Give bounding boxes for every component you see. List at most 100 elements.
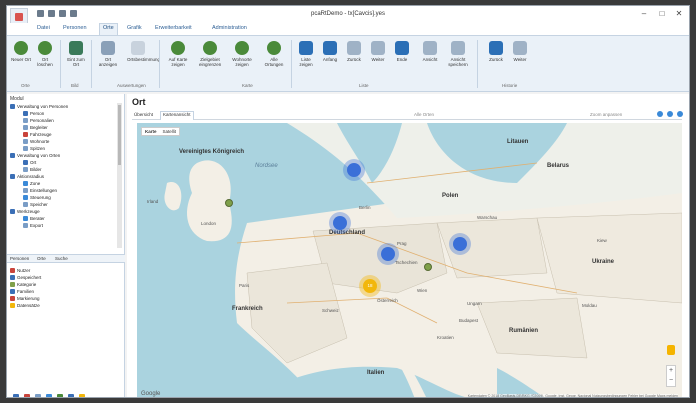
ribbon-separator: [60, 40, 61, 88]
tree-item[interactable]: Speicher: [10, 201, 120, 208]
maximize-button[interactable]: □: [655, 9, 669, 18]
people-icon[interactable]: [68, 394, 74, 397]
show-residences-button[interactable]: Wohnorte zeigen: [231, 41, 253, 67]
map-label-polen: Polen: [442, 193, 459, 199]
all-locations-button[interactable]: Alle Ortungen: [263, 41, 285, 67]
tree-item[interactable]: Einstellungen: [10, 187, 120, 194]
tree-item[interactable]: Familien: [10, 288, 120, 295]
tree-item[interactable]: Verwaltung von Personen: [10, 103, 120, 110]
tree-node-icon: [23, 139, 28, 145]
star-icon[interactable]: [79, 394, 85, 397]
new-place-button[interactable]: Neuer Ort: [10, 41, 32, 62]
tab-erweiterbarkeit[interactable]: Erweiterbarkeit: [155, 25, 192, 31]
tree-item[interactable]: Gespeichert: [10, 274, 120, 281]
last-button[interactable]: Ende: [391, 41, 413, 62]
map-type-karte[interactable]: Karte: [142, 128, 160, 135]
tab-personen-sidebar[interactable]: Personen: [10, 256, 29, 261]
tree-item[interactable]: Begleiter: [10, 124, 120, 131]
map-label-ungarn: Ungarn: [467, 301, 482, 306]
tree-item[interactable]: Bilder: [10, 166, 120, 173]
tree-item[interactable]: Verwaltung von Orten: [10, 152, 120, 159]
close-button[interactable]: ✕: [672, 9, 686, 18]
tree-item[interactable]: Aktionsradius: [10, 173, 120, 180]
tree-item[interactable]: Werkzeuge: [10, 208, 120, 215]
target-area-button[interactable]: Zielgebiet eingrenzen: [199, 41, 221, 67]
marker-cluster[interactable]: [453, 237, 467, 251]
main-panel: Ort Übersicht Kartenansicht Alle Orten Z…: [127, 94, 689, 397]
minimize-button[interactable]: –: [637, 9, 651, 18]
tree-item[interactable]: Steuerung: [10, 194, 120, 201]
tree-item[interactable]: Spitzen: [10, 145, 120, 152]
globe-icon[interactable]: [57, 394, 63, 397]
map-type-satellit[interactable]: Satellit: [160, 128, 180, 135]
person-red-icon[interactable]: [24, 394, 30, 397]
place-marker[interactable]: [424, 263, 432, 271]
marker-cluster[interactable]: [381, 247, 395, 261]
map-label-wien: Wien: [417, 288, 428, 293]
tree-item[interactable]: Zone: [10, 180, 120, 187]
person-icon[interactable]: [13, 394, 19, 397]
monitor-icon[interactable]: [46, 394, 52, 397]
save-view-button[interactable]: Ansicht speichern: [447, 41, 469, 67]
tree-item[interactable]: Personalien: [10, 117, 120, 124]
tab-grafik[interactable]: Grafik: [127, 25, 142, 31]
tree-node-icon: [10, 268, 15, 274]
main-toolbar-icons: [657, 111, 683, 117]
street-view-pegman-icon[interactable]: [667, 345, 675, 355]
zoom-in-button[interactable]: +: [667, 366, 675, 376]
tab-orte-sidebar[interactable]: Orte: [37, 256, 46, 261]
map-label-warschau: Warschau: [477, 215, 498, 220]
tab-suche-sidebar[interactable]: Suche: [55, 256, 68, 261]
marker-cluster[interactable]: 18: [363, 279, 377, 293]
show-on-map-button[interactable]: Auf Karte zeigen: [167, 41, 189, 67]
last-icon: [395, 41, 409, 55]
filter-icon[interactable]: [677, 111, 683, 117]
back-button[interactable]: Zurück: [343, 41, 365, 62]
tab-kartenansicht[interactable]: Kartenansicht: [160, 111, 194, 120]
tree-item[interactable]: Wohnorte: [10, 138, 120, 145]
scrollbar-thumb[interactable]: [118, 105, 121, 165]
history-forward-button[interactable]: Weiter: [509, 41, 531, 62]
tree-item[interactable]: Markierung: [10, 295, 120, 302]
marker-cluster[interactable]: [347, 163, 361, 177]
page-title: Ort: [132, 97, 146, 107]
delete-place-button[interactable]: Ort löschen: [34, 41, 56, 67]
tree-item[interactable]: Datensätze: [10, 302, 120, 309]
ribbon-group-karte: Karte: [242, 83, 253, 88]
next-button[interactable]: Weiter: [367, 41, 389, 62]
zoom-out-button[interactable]: −: [667, 376, 675, 386]
refresh-icon[interactable]: [657, 111, 663, 117]
map-label-prag: Prag: [397, 241, 407, 246]
tree-item[interactable]: Fahrzeuge: [10, 131, 120, 138]
map-image-button[interactable]: Eint zum Ort: [65, 41, 87, 67]
show-list-button[interactable]: Liste zeigen: [295, 41, 317, 67]
person-area-icon: [203, 41, 217, 55]
first-button[interactable]: Anfang: [319, 41, 341, 62]
tab-personen[interactable]: Personen: [63, 25, 87, 31]
tab-uebersicht[interactable]: Übersicht: [132, 112, 155, 117]
map-label-budapest: Budapest: [459, 318, 479, 323]
tree-item[interactable]: Person: [10, 110, 120, 117]
gear-icon[interactable]: [35, 394, 41, 397]
map-attribution[interactable]: Kartendaten © 2018 GeoBasis-DE/BKG (©200…: [467, 394, 678, 397]
tree-item[interactable]: Nutzer: [10, 267, 120, 274]
marker-cluster[interactable]: [333, 216, 347, 230]
locate-button[interactable]: Ortsbestimmung: [127, 41, 160, 62]
tree-node-icon: [10, 289, 15, 295]
zoom-fit-icon[interactable]: [667, 111, 673, 117]
show-place-button[interactable]: Ort anzeigen: [97, 41, 119, 67]
tree-item[interactable]: Ort: [10, 159, 120, 166]
map-view[interactable]: Karte Satellit Vereinigtes Königreich Ir…: [137, 123, 682, 397]
tree-node-icon: [10, 104, 15, 110]
tree-item[interactable]: Export: [10, 222, 120, 229]
tab-orte[interactable]: Orte: [99, 23, 118, 35]
tree-item[interactable]: Berater: [10, 215, 120, 222]
sidebar-scrollbar[interactable]: [117, 103, 122, 248]
tree-item[interactable]: Kategorie: [10, 281, 120, 288]
main-tabs: Übersicht Kartenansicht Alle Orten Zoom …: [132, 111, 682, 120]
tab-datei[interactable]: Datei: [37, 25, 50, 31]
history-back-button[interactable]: Zurück: [485, 41, 507, 62]
view-button[interactable]: Ansicht: [419, 41, 441, 62]
place-marker[interactable]: [225, 199, 233, 207]
tab-administration[interactable]: Administration: [212, 25, 247, 31]
